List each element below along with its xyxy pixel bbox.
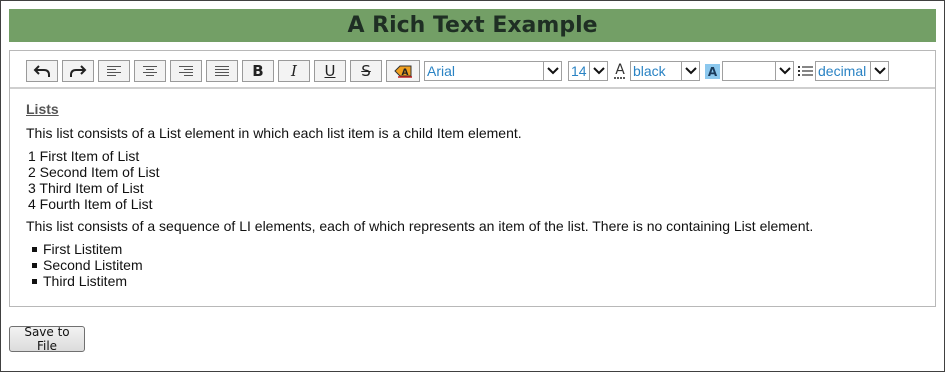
- list-item: 2 Second Item of List: [28, 164, 160, 180]
- page-title: A Rich Text Example: [347, 13, 598, 38]
- svg-text:A: A: [615, 62, 625, 78]
- align-right-icon: [179, 66, 193, 76]
- highlight-color-select[interactable]: [722, 61, 794, 81]
- bold-icon: B: [252, 61, 264, 80]
- clear-format-icon: A: [394, 65, 412, 78]
- editor-toolbar: B I U S A Arial 14 A black A decimal: [10, 51, 935, 89]
- list-item: Third Listitem: [30, 273, 926, 289]
- font-size-select[interactable]: 14: [568, 61, 608, 81]
- content-heading: Lists: [26, 101, 59, 117]
- text-color-icon: A: [612, 61, 628, 81]
- italic-button[interactable]: I: [278, 60, 310, 82]
- redo-icon: [70, 65, 87, 77]
- editor-content[interactable]: Lists This list consists of a List eleme…: [26, 101, 926, 289]
- redo-button[interactable]: [62, 60, 94, 82]
- paragraph-intro-2: This list consists of a sequence of LI e…: [26, 218, 814, 234]
- list-item: 3 Third Item of List: [28, 180, 144, 196]
- align-left-button[interactable]: [98, 60, 130, 82]
- bullet-list: First Listitem Second Listitem Third Lis…: [30, 241, 926, 289]
- align-right-button[interactable]: [170, 60, 202, 82]
- underline-button[interactable]: U: [314, 60, 346, 82]
- text-color-value: black: [633, 63, 666, 79]
- font-size-value: 14: [571, 63, 587, 79]
- chevron-down-icon: [870, 62, 888, 80]
- chevron-down-icon: [543, 62, 561, 80]
- justify-button[interactable]: [206, 60, 238, 82]
- text-color-select[interactable]: black: [630, 61, 700, 81]
- list-item: 1 First Item of List: [28, 148, 140, 164]
- chevron-down-icon: [775, 62, 793, 80]
- list-style-value: decimal: [818, 63, 867, 79]
- undo-button[interactable]: [26, 60, 58, 82]
- save-to-file-button[interactable]: Save to File: [9, 325, 85, 353]
- strikethrough-button[interactable]: S: [350, 60, 382, 82]
- chevron-down-icon: [681, 62, 699, 80]
- undo-icon: [33, 65, 50, 77]
- align-center-button[interactable]: [134, 60, 166, 82]
- list-item: First Listitem: [30, 241, 926, 257]
- clear-format-button[interactable]: A: [386, 60, 420, 82]
- italic-icon: I: [291, 61, 297, 80]
- list-item: Second Listitem: [30, 257, 926, 273]
- svg-text:A: A: [707, 65, 717, 79]
- app-window: A Rich Text Example B I U S A Arial 14 A…: [0, 0, 945, 372]
- chevron-down-icon: [589, 62, 607, 80]
- title-bar: A Rich Text Example: [9, 9, 936, 42]
- numbered-list: 1 First Item of List 2 Second Item of Li…: [28, 148, 926, 212]
- highlight-color-icon: A: [704, 61, 720, 81]
- underline-icon: U: [324, 61, 336, 80]
- align-justify-icon: [215, 66, 229, 76]
- paragraph-intro-1: This list consists of a List element in …: [26, 125, 522, 141]
- list-style-select[interactable]: decimal: [815, 61, 889, 81]
- rich-text-editor: B I U S A Arial 14 A black A decimal Lis…: [9, 50, 936, 307]
- list-style-icon: [797, 61, 813, 81]
- align-center-icon: [143, 66, 157, 76]
- font-family-select[interactable]: Arial: [424, 61, 562, 81]
- list-item: 4 Fourth Item of List: [28, 196, 153, 212]
- bold-button[interactable]: B: [242, 60, 274, 82]
- font-family-value: Arial: [427, 63, 456, 79]
- strikethrough-icon: S: [361, 61, 371, 80]
- align-left-icon: [107, 66, 121, 76]
